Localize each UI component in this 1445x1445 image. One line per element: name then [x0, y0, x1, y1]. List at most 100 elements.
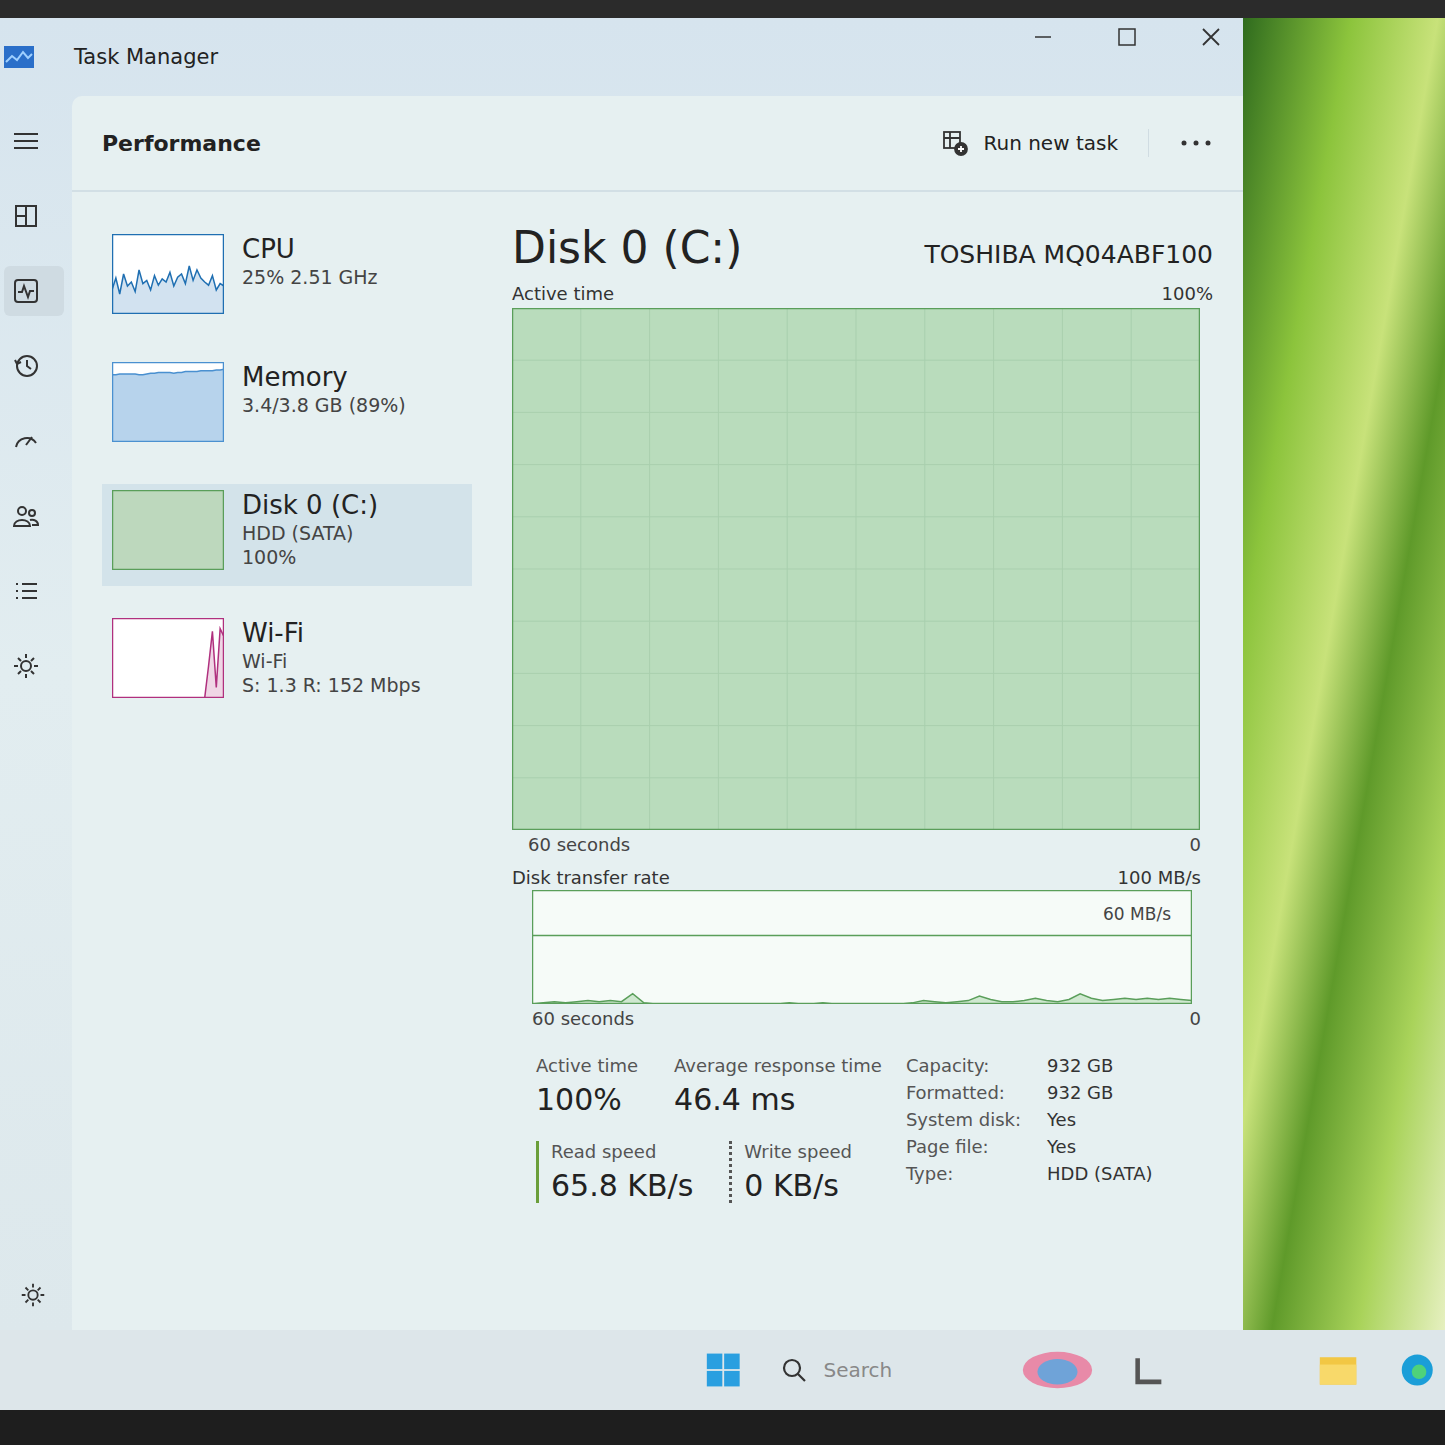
- widgets-icon[interactable]: [1021, 1348, 1094, 1392]
- resource-detail: 25% 2.51 GHz: [242, 266, 378, 288]
- task-view-icon[interactable]: [1134, 1353, 1165, 1387]
- property-label: Formatted:: [906, 1082, 1021, 1103]
- processes-icon: [10, 200, 42, 232]
- property-value: HDD (SATA): [1047, 1163, 1153, 1184]
- property-label: Capacity:: [906, 1055, 1021, 1076]
- chart-label: Active time: [512, 283, 614, 304]
- chart-label: Disk transfer rate: [512, 867, 670, 888]
- bezel: [0, 0, 1445, 18]
- nav-item[interactable]: [4, 491, 64, 541]
- time-label: 60 seconds: [532, 1008, 634, 1029]
- properties: Capacity: 932 GB Formatted: 932 GB System …: [906, 1055, 1153, 1203]
- detail-title: Disk 0 (C:): [512, 222, 742, 273]
- resource-detail: S: 1.3 R: 152 Mbps: [242, 674, 421, 696]
- resource-detail: 3.4/3.8 GB (89%): [242, 394, 406, 416]
- nav-item[interactable]: [4, 116, 64, 166]
- new-task-icon: [941, 129, 969, 157]
- resource-name: Wi-Fi: [242, 618, 421, 648]
- nav-item[interactable]: [4, 341, 64, 391]
- resource-item[interactable]: Memory 3.4/3.8 GB (89%): [102, 356, 472, 458]
- stat-label: Write speed: [744, 1141, 852, 1162]
- search-box[interactable]: Search: [781, 1357, 981, 1383]
- property-label: Page file:: [906, 1136, 1021, 1157]
- window-title: Task Manager: [74, 45, 218, 69]
- property-label: Type:: [906, 1163, 1021, 1184]
- settings-icon[interactable]: [18, 1280, 48, 1310]
- stat: Average response time 46.4 ms: [674, 1055, 882, 1117]
- performance-icon: [10, 275, 42, 307]
- search-icon: [781, 1357, 807, 1383]
- close-icon[interactable]: [1199, 25, 1223, 49]
- scale-line-label: 60 MB/s: [1101, 904, 1173, 924]
- nav-item[interactable]: [4, 641, 64, 691]
- stat-value: 0 KB/s: [744, 1168, 852, 1203]
- performance-panel: Performance Run new task CPU 25% 2.51 GH…: [72, 96, 1243, 1330]
- property-value: 932 GB: [1047, 1055, 1153, 1076]
- resource-item[interactable]: CPU 25% 2.51 GHz: [102, 228, 472, 330]
- stat-label: Read speed: [551, 1141, 693, 1162]
- start-icon[interactable]: [705, 1350, 741, 1390]
- desktop-wallpaper: [1243, 18, 1445, 1330]
- resource-name: Memory: [242, 362, 406, 392]
- property-value: 932 GB: [1047, 1082, 1153, 1103]
- resource-detail: Wi-Fi: [242, 650, 421, 672]
- disk-model: TOSHIBA MQ04ABF100: [924, 240, 1213, 269]
- stat-label: Active time: [536, 1055, 638, 1076]
- details-icon: [10, 575, 42, 607]
- time-label: 60 seconds: [528, 834, 630, 855]
- nav-rail: [0, 96, 72, 1330]
- resource-list: CPU 25% 2.51 GHz Memory 3.4/3.8 GB (89%)…: [72, 192, 472, 1330]
- resource-name: CPU: [242, 234, 378, 264]
- stat-label: Average response time: [674, 1055, 882, 1076]
- nav-item[interactable]: [4, 566, 64, 616]
- chart-max-label: 100 MB/s: [1118, 867, 1201, 888]
- chart-min-label: 0: [1190, 834, 1201, 855]
- run-new-task-label: Run new task: [983, 131, 1118, 155]
- speed-stat: Read speed 65.8 KB/s: [536, 1141, 693, 1203]
- mini-chart: [112, 234, 224, 314]
- mini-chart: [112, 618, 224, 698]
- menu-icon: [10, 125, 42, 157]
- nav-item[interactable]: [4, 266, 64, 316]
- chart-max-label: 100%: [1162, 283, 1213, 304]
- active-time-chart: [512, 308, 1200, 830]
- screen: Task Manager Performance Run new task CP…: [0, 0, 1445, 1445]
- services-icon: [10, 650, 42, 682]
- speed-stat: Write speed 0 KB/s: [729, 1141, 852, 1203]
- startup-icon: [10, 425, 42, 457]
- bezel: [0, 1410, 1445, 1445]
- resource-item[interactable]: Disk 0 (C:) HDD (SATA)100%: [102, 484, 472, 586]
- more-icon[interactable]: [1179, 138, 1213, 148]
- maximize-icon[interactable]: [1115, 25, 1139, 49]
- minimize-icon[interactable]: [1031, 25, 1055, 49]
- transfer-rate-chart: [532, 890, 1192, 1004]
- task-manager-icon: [4, 46, 34, 68]
- disk-detail: Disk 0 (C:) TOSHIBA MQ04ABF100 Active ti…: [472, 192, 1243, 1330]
- resource-name: Disk 0 (C:): [242, 490, 378, 520]
- edge-icon[interactable]: [1399, 1350, 1435, 1390]
- nav-item[interactable]: [4, 416, 64, 466]
- run-new-task-button[interactable]: Run new task: [941, 129, 1149, 157]
- chart-min-label: 0: [1190, 1008, 1201, 1029]
- mini-chart: [112, 362, 224, 442]
- task-manager-window: Task Manager Performance Run new task CP…: [0, 18, 1243, 1330]
- nav-item[interactable]: [4, 191, 64, 241]
- taskbar: Search: [0, 1330, 1445, 1410]
- stat-value: 65.8 KB/s: [551, 1168, 693, 1203]
- file-explorer-icon[interactable]: [1318, 1350, 1358, 1390]
- stat-value: 46.4 ms: [674, 1082, 882, 1117]
- mini-chart: [112, 490, 224, 570]
- users-icon: [10, 500, 42, 532]
- title-bar: Task Manager: [0, 18, 1243, 96]
- property-label: System disk:: [906, 1109, 1021, 1130]
- stat: Active time 100%: [536, 1055, 638, 1117]
- search-placeholder: Search: [823, 1358, 892, 1382]
- history-icon: [10, 350, 42, 382]
- property-value: Yes: [1047, 1136, 1153, 1157]
- resource-item[interactable]: Wi-Fi Wi-FiS: 1.3 R: 152 Mbps: [102, 612, 472, 714]
- stat-value: 100%: [536, 1082, 638, 1117]
- page-title: Performance: [102, 131, 261, 156]
- resource-detail: HDD (SATA): [242, 522, 378, 544]
- resource-detail: 100%: [242, 546, 378, 568]
- property-value: Yes: [1047, 1109, 1153, 1130]
